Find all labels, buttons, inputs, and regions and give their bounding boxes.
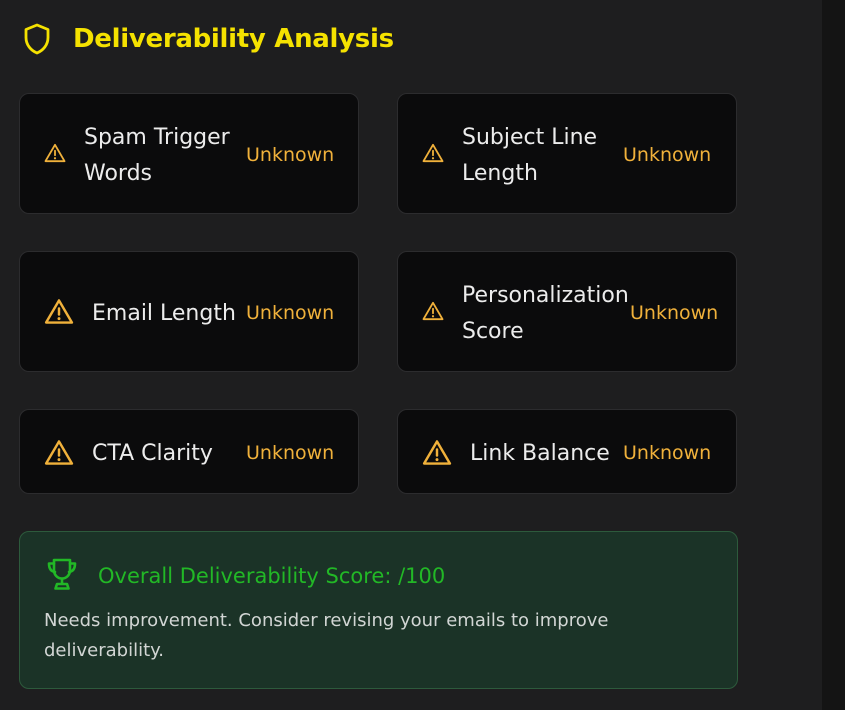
check-label-line: Subject Line bbox=[462, 125, 598, 150]
check-label: Link Balance bbox=[470, 436, 610, 472]
section-header: Deliverability Analysis bbox=[22, 19, 394, 59]
check-label: Personalization Score bbox=[462, 278, 629, 350]
check-label-line: Spam Trigger bbox=[84, 125, 230, 150]
status-badge: Unknown bbox=[623, 144, 712, 166]
check-label-line: Length bbox=[462, 161, 538, 186]
check-card-cta-clarity: CTA Clarity Unknown bbox=[19, 409, 359, 494]
check-label-line: Score bbox=[462, 319, 524, 344]
warning-icon bbox=[44, 142, 66, 164]
deliverability-panel: Deliverability Analysis Spam Trigger Wor… bbox=[0, 0, 822, 710]
check-label-line: CTA Clarity bbox=[92, 441, 213, 466]
check-card-email-length: Email Length Unknown bbox=[19, 251, 359, 372]
overall-score-description: Needs improvement. Consider revising you… bbox=[44, 610, 609, 661]
warning-icon bbox=[422, 300, 444, 322]
warning-icon bbox=[422, 142, 444, 164]
check-label-line: Link Balance bbox=[470, 441, 610, 466]
status-badge: Unknown bbox=[630, 302, 719, 324]
check-label-line: Email Length bbox=[92, 301, 236, 326]
overall-score-card: Overall Deliverability Score: /100 Needs… bbox=[19, 531, 738, 689]
overall-score-title: Overall Deliverability Score: /100 bbox=[98, 564, 446, 588]
check-label: CTA Clarity bbox=[92, 436, 213, 472]
check-label-line: Personalization bbox=[462, 283, 629, 308]
trophy-icon bbox=[44, 556, 80, 592]
warning-icon bbox=[44, 438, 74, 466]
check-card-subject-line-length: Subject Line Length Unknown bbox=[397, 93, 737, 214]
page-title: Deliverability Analysis bbox=[73, 24, 394, 54]
check-label-line: Words bbox=[84, 161, 153, 186]
check-label: Spam Trigger Words bbox=[84, 120, 230, 192]
shield-icon bbox=[22, 22, 52, 56]
status-badge: Unknown bbox=[246, 144, 335, 166]
check-card-link-balance: Link Balance Unknown bbox=[397, 409, 737, 494]
warning-icon bbox=[422, 438, 452, 466]
status-badge: Unknown bbox=[623, 442, 712, 464]
scrollbar-track[interactable] bbox=[822, 0, 845, 710]
check-card-personalization-score: Personalization Score Unknown bbox=[397, 251, 737, 372]
check-label: Subject Line Length bbox=[462, 120, 597, 192]
status-badge: Unknown bbox=[246, 302, 335, 324]
status-badge: Unknown bbox=[246, 442, 335, 464]
check-card-spam-trigger-words: Spam Trigger Words Unknown bbox=[19, 93, 359, 214]
warning-icon bbox=[44, 297, 74, 325]
check-label: Email Length bbox=[92, 296, 236, 332]
